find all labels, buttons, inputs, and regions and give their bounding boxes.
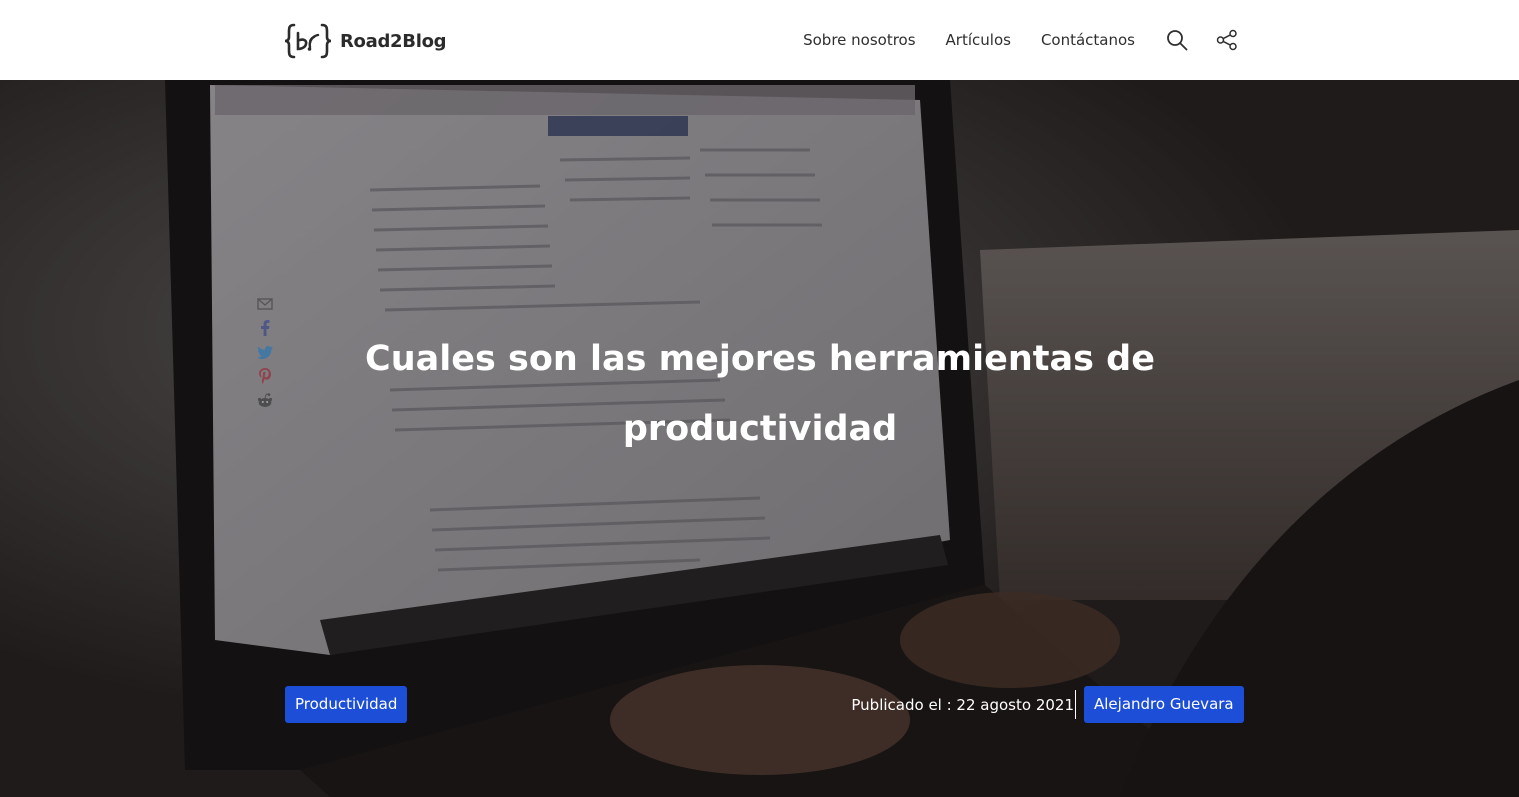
twitter-icon <box>255 342 275 362</box>
nav-link-about[interactable]: Sobre nosotros <box>803 31 915 49</box>
site-header: Road2Blog Sobre nosotros Artículos Contá… <box>0 0 1519 80</box>
author-badge[interactable]: Alejandro Guevara <box>1084 686 1244 723</box>
search-button[interactable] <box>1165 28 1189 52</box>
brand-logo[interactable]: Road2Blog <box>284 22 447 60</box>
facebook-icon <box>255 318 275 338</box>
nav-link-contact[interactable]: Contáctanos <box>1041 31 1135 49</box>
share-button[interactable] <box>1215 28 1239 52</box>
brand-name: Road2Blog <box>340 30 447 52</box>
category-badge[interactable]: Productividad <box>285 686 408 723</box>
reddit-icon <box>255 390 275 410</box>
publish-info: Publicado el : 22 agosto 2021 <box>780 686 1074 723</box>
main-nav: Sobre nosotros Artículos Contáctanos <box>803 0 1239 80</box>
publish-date: Publicado el : 22 agosto 2021 <box>851 695 1074 714</box>
pinterest-icon <box>255 366 275 386</box>
nav-link-articles[interactable]: Artículos <box>946 31 1011 49</box>
share-icon <box>1216 29 1237 51</box>
article-title: Cuales son las mejores herramientas de p… <box>365 339 1155 449</box>
email-icon <box>255 294 275 314</box>
article-hero: Cuales son las mejores herramientas de p… <box>0 80 1519 797</box>
meta-divider <box>1075 690 1076 719</box>
search-icon <box>1167 30 1188 51</box>
screen-share-bar <box>252 294 278 410</box>
wifi-braces-logo-icon <box>284 23 332 59</box>
